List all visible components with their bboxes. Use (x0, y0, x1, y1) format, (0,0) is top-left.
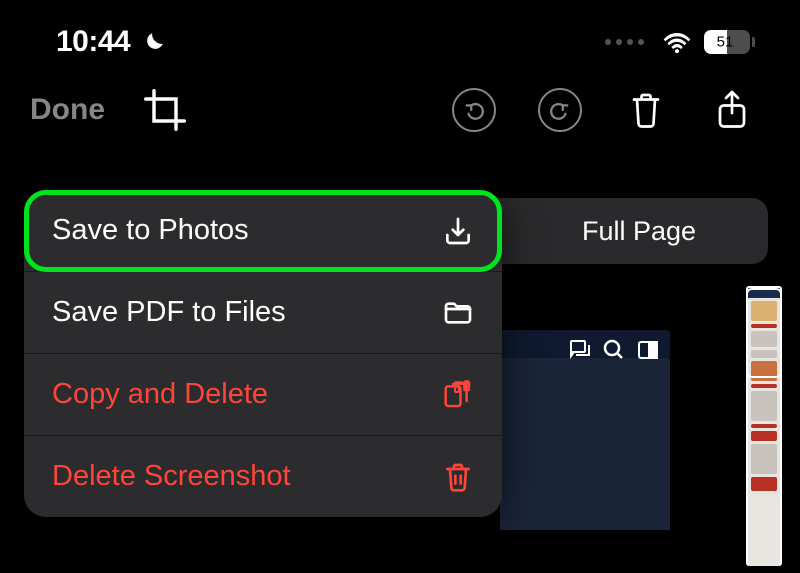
menu-label: Copy and Delete (52, 378, 268, 411)
status-left: 10:44 (56, 25, 166, 59)
redo-button[interactable] (538, 88, 582, 132)
trash-icon (442, 461, 474, 493)
segment-fullpage-tab[interactable]: Full Page (514, 204, 764, 259)
wifi-icon (662, 30, 692, 54)
editor-toolbar: Done (0, 70, 800, 142)
menu-label: Save PDF to Files (52, 296, 286, 329)
menu-copy-delete[interactable]: Copy and Delete (24, 354, 502, 436)
do-not-disturb-icon (140, 30, 166, 56)
crop-icon[interactable] (143, 88, 187, 132)
done-button[interactable]: Done (30, 93, 133, 127)
folder-icon (442, 297, 474, 329)
battery-icon: 51 (704, 30, 755, 54)
fullpage-thumbnail[interactable] (746, 286, 782, 566)
status-time: 10:44 (56, 25, 130, 59)
download-icon (442, 215, 474, 247)
viewport-indicator[interactable] (746, 288, 782, 378)
share-button[interactable] (710, 88, 754, 132)
done-menu: Save to Photos Save PDF to Files Copy an… (24, 190, 502, 517)
trash-button[interactable] (624, 88, 668, 132)
page-preview (500, 330, 670, 530)
additional-indicators-icon (605, 39, 644, 45)
status-bar: 10:44 51 (0, 0, 800, 70)
search-icon[interactable] (602, 338, 626, 362)
menu-label: Delete Screenshot (52, 460, 291, 493)
battery-level: 51 (704, 34, 746, 51)
status-right: 51 (605, 30, 755, 54)
menu-delete-screenshot[interactable]: Delete Screenshot (24, 436, 502, 517)
menu-save-to-photos[interactable]: Save to Photos (24, 190, 502, 272)
undo-button[interactable] (452, 88, 496, 132)
menu-save-pdf[interactable]: Save PDF to Files (24, 272, 502, 354)
menu-label: Save to Photos (52, 214, 249, 247)
comments-icon[interactable] (568, 338, 592, 362)
copy-trash-icon (442, 379, 474, 411)
panel-icon[interactable] (636, 338, 660, 362)
